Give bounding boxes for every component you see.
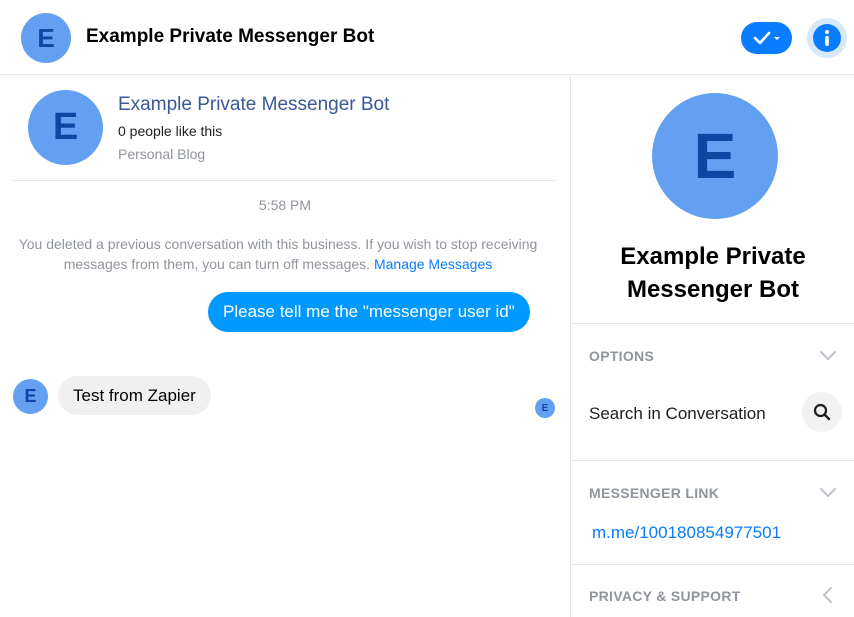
manage-messages-link[interactable]: Manage Messages — [374, 256, 492, 272]
info-icon — [813, 24, 841, 52]
messenger-link-title[interactable]: MESSENGER LINK — [589, 485, 719, 501]
page-category: Personal Blog — [118, 146, 206, 162]
deleted-conversation-notice: You deleted a previous conversation with… — [13, 234, 543, 274]
search-icon — [813, 403, 831, 421]
search-in-conversation-label[interactable]: Search in Conversation — [589, 404, 766, 424]
page-info-card: E Example Private Messenger Bot 0 people… — [13, 76, 555, 181]
read-receipt-avatar: E — [535, 398, 555, 418]
search-in-conversation-button[interactable] — [802, 392, 842, 432]
chevron-down-icon[interactable] — [819, 346, 837, 364]
options-section: OPTIONS Search in Conversation — [571, 323, 854, 460]
incoming-message[interactable]: Test from Zapier — [58, 376, 211, 415]
header-title[interactable]: Example Private Messenger Bot — [86, 26, 374, 48]
conversation-header: E Example Private Messenger Bot — [0, 0, 854, 75]
privacy-support-title[interactable]: PRIVACY & SUPPORT — [589, 588, 741, 604]
mark-as-done-button[interactable] — [741, 22, 792, 54]
conversation-details-panel: E Example Private Messenger Bot OPTIONS … — [570, 76, 854, 617]
header-avatar[interactable]: E — [21, 13, 71, 63]
outgoing-message[interactable]: Please tell me the "messenger user id" — [208, 292, 530, 332]
page-avatar[interactable]: E — [28, 90, 103, 165]
panel-avatar[interactable]: E — [652, 93, 778, 219]
chevron-down-icon[interactable] — [819, 483, 837, 501]
panel-page-name[interactable]: Example Private Messenger Bot — [571, 240, 854, 306]
chevron-left-icon[interactable] — [819, 586, 837, 604]
sender-avatar[interactable]: E — [13, 379, 48, 414]
messenger-link[interactable]: m.me/100180854977501 — [592, 523, 781, 543]
conversation-info-button[interactable] — [807, 18, 847, 58]
page-likes: 0 people like this — [118, 123, 223, 139]
message-timestamp: 5:58 PM — [258, 197, 312, 213]
options-title[interactable]: OPTIONS — [589, 348, 654, 364]
page-name-link[interactable]: Example Private Messenger Bot — [118, 94, 389, 116]
privacy-support-section: PRIVACY & SUPPORT — [571, 564, 854, 617]
check-dropdown-icon — [753, 31, 780, 45]
messenger-link-section: MESSENGER LINK m.me/100180854977501 — [571, 460, 854, 564]
conversation-pane: E Example Private Messenger Bot 0 people… — [0, 76, 570, 617]
